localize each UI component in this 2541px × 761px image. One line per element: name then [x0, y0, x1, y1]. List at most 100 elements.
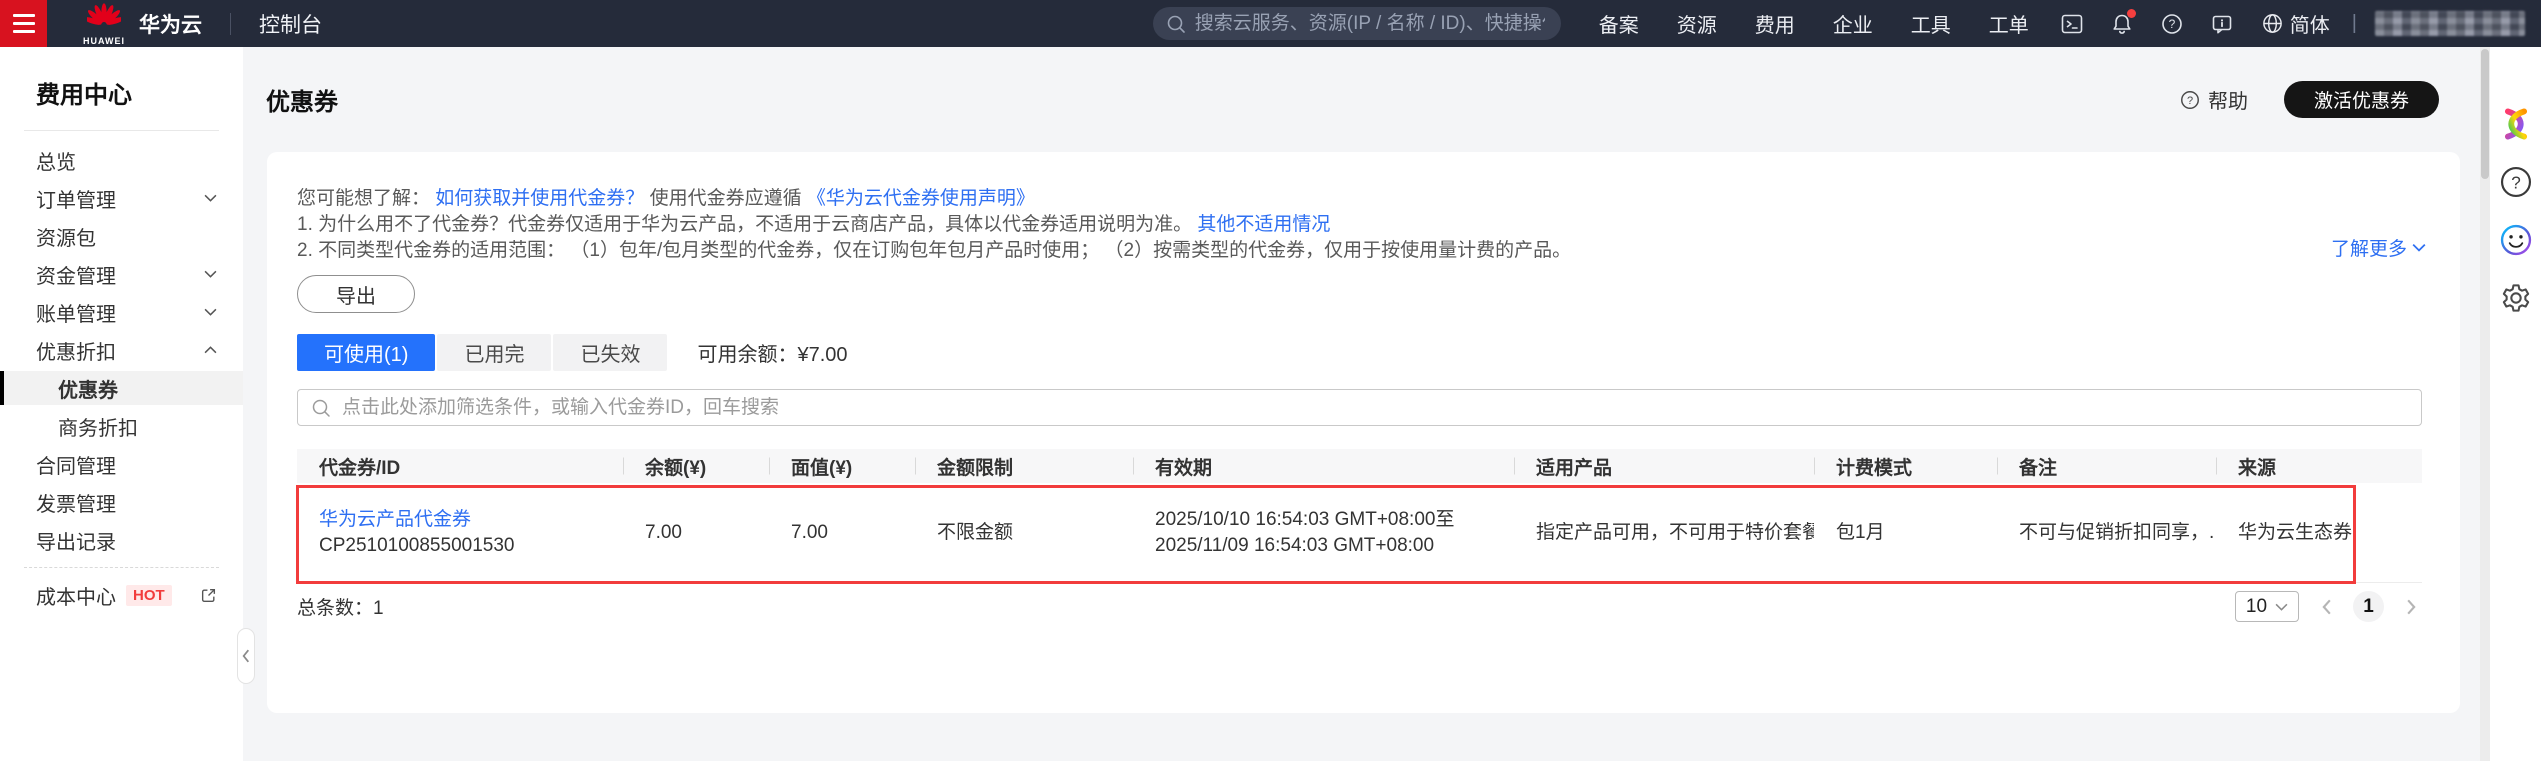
total-count: 总条数：1 — [297, 593, 384, 620]
global-search[interactable] — [1153, 7, 1561, 40]
chevron-left-icon — [2321, 599, 2332, 615]
help-question-icon[interactable]: ? — [2159, 11, 2185, 37]
user-account-blurred[interactable] — [2375, 11, 2525, 36]
help-link[interactable]: ? 帮助 — [2179, 85, 2248, 114]
svg-text:?: ? — [2511, 173, 2521, 192]
available-balance: 可用余额：¥7.00 — [697, 338, 847, 367]
prev-page-button[interactable] — [2315, 596, 2337, 618]
table-row[interactable]: 华为云产品代金券 CP2510100855001530 7.00 7.00 不限… — [297, 483, 2422, 583]
filter-search-input[interactable] — [297, 389, 2422, 426]
console-link[interactable]: 控制台 — [259, 9, 322, 39]
hot-badge: HOT — [126, 585, 172, 606]
search-icon — [311, 398, 331, 418]
topbar-separator: | — [2352, 12, 2357, 35]
cell-applicable-products: 指定产品可用，不可用于特价套餐，... — [1514, 520, 1814, 546]
current-page-button[interactable]: 1 — [2353, 591, 2384, 622]
page-header-actions: ? 帮助 激活优惠券 — [2179, 81, 2439, 118]
filter-search[interactable] — [297, 389, 2422, 426]
column-header[interactable]: 金额限制 — [915, 453, 1133, 480]
column-header[interactable]: 面值(¥) — [769, 453, 915, 480]
menu-tools[interactable]: 工具 — [1911, 9, 1951, 38]
chevron-down-icon — [204, 308, 217, 316]
sidebar-item-commercial-discounts[interactable]: 商务折扣 — [0, 407, 243, 445]
menu-resources[interactable]: 资源 — [1677, 9, 1717, 38]
chevron-left-icon — [241, 649, 251, 663]
language-switcher[interactable]: 简体 — [2261, 9, 2330, 38]
sidebar-item-overview[interactable]: 总览 — [0, 141, 243, 179]
menu-billing[interactable]: 费用 — [1755, 9, 1795, 38]
menu-tickets[interactable]: 工单 — [1989, 9, 2029, 38]
feedback-icon[interactable] — [2209, 11, 2235, 37]
how-to-get-coupons-link[interactable]: 如何获取并使用代金券？ — [435, 188, 644, 209]
menu-beian[interactable]: 备案 — [1599, 9, 1639, 38]
help-question-icon[interactable]: ? — [2497, 163, 2535, 201]
cell-billing-mode: 包1月 — [1814, 520, 1997, 546]
column-header[interactable]: 余额(¥) — [623, 453, 769, 480]
next-page-button[interactable] — [2400, 596, 2422, 618]
cell-validity: 2025/10/10 16:54:03 GMT+08:00至 2025/11/0… — [1133, 507, 1514, 559]
sidebar-item-resource-packages[interactable]: 资源包 — [0, 217, 243, 255]
huawei-wordmark: HUAWEI — [83, 37, 125, 46]
topbar-menu: 备案 资源 费用 企业 工具 工单 — [1599, 9, 2029, 38]
sidebar-item-invoices[interactable]: 发票管理 — [0, 483, 243, 521]
column-header[interactable]: 备注 — [1997, 453, 2216, 480]
notice-line-3: 2. 不同类型代金券的适用范围： （1）包年/包月类型的代金券，仅在订购包年包月… — [297, 238, 2422, 264]
topbar-icons: ? — [2059, 11, 2235, 37]
sidebar-item-orders[interactable]: 订单管理 — [0, 179, 243, 217]
menu-enterprise[interactable]: 企业 — [1833, 9, 1873, 38]
other-inapplicable-cases-link[interactable]: 其他不适用情况 — [1197, 214, 1330, 235]
globe-icon — [2261, 12, 2284, 35]
table-footer: 总条数：1 10 1 — [297, 591, 2422, 622]
external-link-icon — [200, 587, 217, 604]
sidebar-item-contracts[interactable]: 合同管理 — [0, 445, 243, 483]
chevron-down-icon — [2412, 243, 2426, 252]
learn-more-link[interactable]: 了解更多 — [2331, 234, 2426, 261]
feedback-smiley-icon[interactable] — [2497, 221, 2535, 259]
status-tabs: 可使用(1) 已用完 已失效 可用余额：¥7.00 — [297, 334, 2422, 371]
huawei-logo[interactable]: HUAWEI — [83, 2, 125, 46]
page-size-select[interactable]: 10 — [2235, 591, 2299, 622]
tab-expired[interactable]: 已失效 — [553, 334, 667, 371]
chevron-down-icon — [204, 270, 217, 278]
sidebar-item-discounts[interactable]: 优惠折扣 — [0, 331, 243, 369]
global-search-input[interactable] — [1153, 7, 1561, 40]
scrollbar-thumb[interactable] — [2481, 49, 2489, 179]
help-question-icon: ? — [2179, 89, 2201, 111]
extension-logo-icon[interactable] — [2497, 105, 2535, 143]
tab-available[interactable]: 可使用(1) — [297, 334, 435, 371]
column-header[interactable]: 代金券/ID — [297, 453, 623, 480]
main-content: 优惠券 ? 帮助 激活优惠券 您可能想了解： 如何获取并使用代金券？ 使用代金券… — [243, 47, 2480, 761]
settings-gear-icon[interactable] — [2497, 279, 2535, 317]
notice-line-1: 您可能想了解： 如何获取并使用代金券？ 使用代金券应遵循 《华为云代金券使用声明… — [297, 186, 2422, 212]
cell-source: 华为云生态券 — [2216, 520, 2422, 546]
chevron-down-icon — [204, 194, 217, 202]
sidebar-item-coupons[interactable]: 优惠券 — [0, 371, 243, 405]
notice-block: 您可能想了解： 如何获取并使用代金券？ 使用代金券应遵循 《华为云代金券使用声明… — [297, 186, 2422, 264]
tab-used-up[interactable]: 已用完 — [437, 334, 551, 371]
hamburger-menu-button[interactable] — [0, 0, 47, 47]
notifications-bell-icon[interactable] — [2109, 11, 2135, 37]
floating-toolbar: ? — [2490, 47, 2541, 761]
column-header[interactable]: 来源 — [2216, 453, 2422, 480]
brand-name[interactable]: 华为云 — [139, 9, 202, 39]
search-icon — [1166, 14, 1186, 34]
column-header[interactable]: 适用产品 — [1514, 453, 1814, 480]
topbar: HUAWEI 华为云 控制台 备案 资源 费用 企业 工具 工单 — [0, 0, 2541, 47]
chevron-down-icon — [2275, 603, 2288, 611]
sidebar-item-bills[interactable]: 账单管理 — [0, 293, 243, 331]
table-header: 代金券/ID 余额(¥) 面值(¥) 金额限制 有效期 适用产品 计费模式 备注… — [297, 449, 2422, 483]
cell-coupon-name-id: 华为云产品代金券 CP2510100855001530 — [297, 507, 623, 559]
sidebar-item-funds[interactable]: 资金管理 — [0, 255, 243, 293]
coupon-name-link[interactable]: 华为云产品代金券 — [319, 507, 623, 533]
sidebar-item-export-records[interactable]: 导出记录 — [0, 521, 243, 559]
coupon-statement-link[interactable]: 《华为云代金券使用声明》 — [807, 188, 1035, 209]
column-header[interactable]: 计费模式 — [1814, 453, 1997, 480]
vertical-scrollbar[interactable] — [2480, 47, 2490, 761]
column-header[interactable]: 有效期 — [1133, 453, 1514, 480]
sidebar-collapse-toggle[interactable] — [237, 628, 255, 684]
sidebar-item-cost-center[interactable]: 成本中心 HOT — [0, 576, 243, 614]
export-button[interactable]: 导出 — [297, 275, 415, 313]
cli-terminal-icon[interactable] — [2059, 11, 2085, 37]
chevron-up-icon — [204, 346, 217, 354]
activate-coupon-button[interactable]: 激活优惠券 — [2284, 81, 2439, 118]
